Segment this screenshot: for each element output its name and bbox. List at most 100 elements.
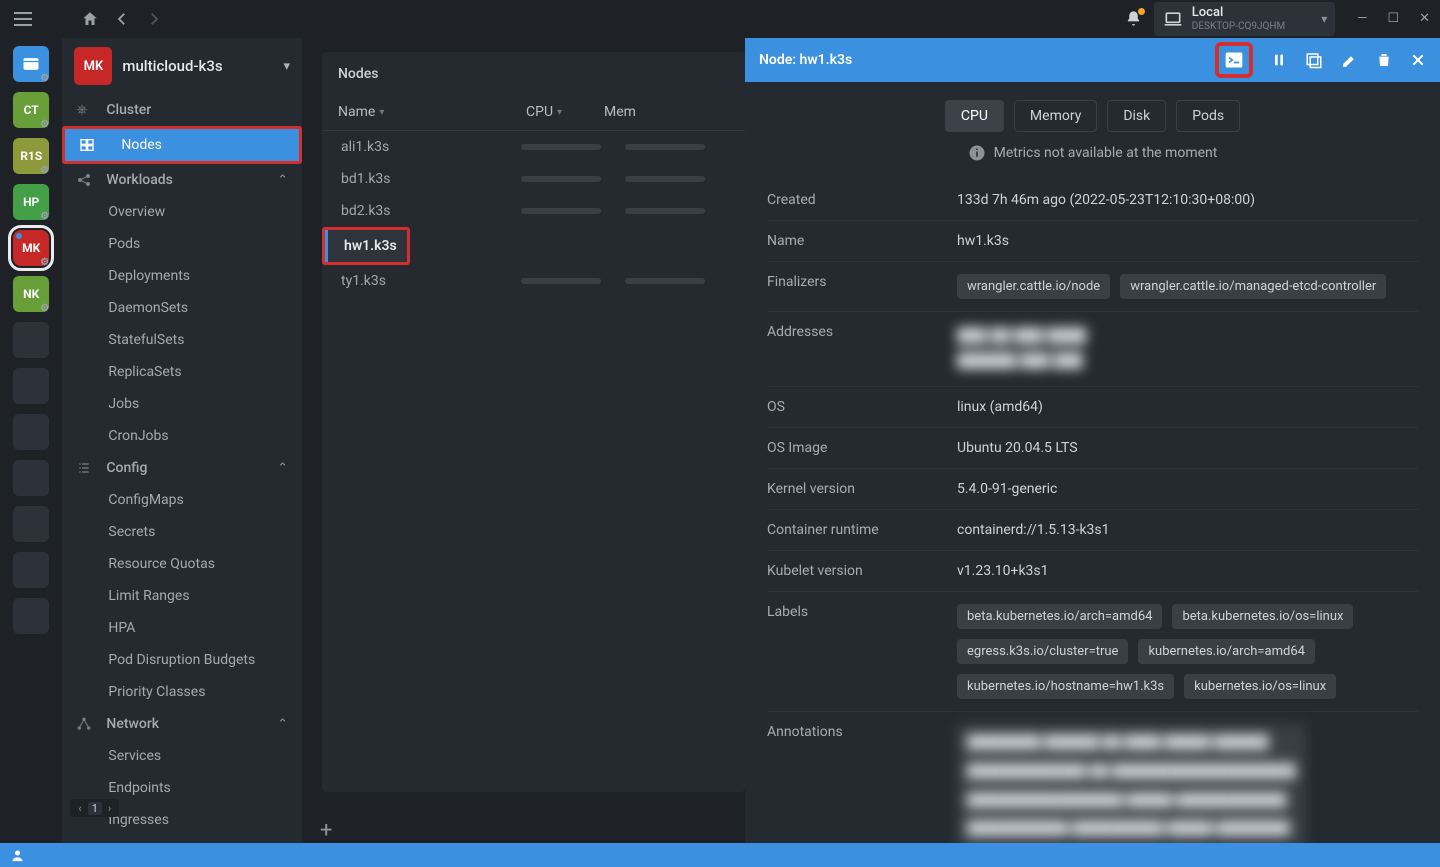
sidebar-cluster-header[interactable]: MK multicloud-k3s ▾ [62, 38, 302, 94]
sidebar-item-priorityclasses[interactable]: Priority Classes [62, 676, 302, 708]
dock-item-empty[interactable] [13, 460, 49, 496]
drain-icon[interactable] [1271, 52, 1287, 68]
sidebar-item-deployments[interactable]: Deployments [62, 260, 302, 292]
cluster-switcher[interactable]: Local DESKTOP-CQ9JQHM ▾ [1154, 2, 1336, 35]
table-row[interactable]: bd2.k3s [322, 195, 745, 227]
forward-icon[interactable] [145, 10, 163, 28]
col-cpu[interactable]: CPU▾ [526, 104, 596, 120]
home-icon[interactable] [81, 10, 99, 28]
sidebar-item-cronjobs[interactable]: CronJobs [62, 420, 302, 452]
sidebar-item-limitranges[interactable]: Limit Ranges [62, 580, 302, 612]
gear-icon: ⚙ [40, 73, 54, 87]
sidebar-nav: ⎈ Cluster Nodes Workloads ⌃ Overview [62, 94, 302, 843]
chip: ████████ ██████ ██ ████ █████ ██████ ███… [957, 724, 1306, 843]
pager-next[interactable]: › [104, 802, 115, 815]
network-icon [76, 716, 94, 732]
sidebar-item-services[interactable]: Services [62, 740, 302, 772]
gear-icon: ⚙ [40, 257, 54, 271]
maximize-icon[interactable]: ☐ [1387, 11, 1399, 26]
sidebar-item-statefulsets[interactable]: StatefulSets [62, 324, 302, 356]
chevron-up-icon: ⌃ [277, 173, 288, 188]
sidebar-item-nodes[interactable]: Nodes [65, 129, 299, 161]
sidebar-item-pods[interactable]: Pods [62, 228, 302, 260]
dock-item-empty[interactable] [13, 552, 49, 588]
table-title: Nodes [322, 52, 745, 104]
sidebar-item-overview[interactable]: Overview [62, 196, 302, 228]
edit-icon[interactable] [1341, 52, 1358, 69]
chip: kubernetes.io/arch=amd64 [1138, 639, 1315, 664]
cpu-bar [521, 208, 601, 214]
field-osimage-value: Ubuntu 20.04.5 LTS [957, 440, 1418, 456]
sidebar-item-networkpolicies[interactable]: Network Policies [62, 836, 302, 843]
tab-memory[interactable]: Memory [1014, 100, 1097, 132]
sidebar-item-pdb[interactable]: Pod Disruption Budgets [62, 644, 302, 676]
sidebar-item-hpa[interactable]: HPA [62, 612, 302, 644]
dock-item-hp[interactable]: HP⚙ [13, 184, 49, 220]
sidebar-item-configmaps[interactable]: ConfigMaps [62, 484, 302, 516]
chip: kubernetes.io/hostname=hw1.k3s [957, 674, 1174, 699]
dock-item-empty[interactable] [13, 322, 49, 358]
sidebar-item-jobs[interactable]: Jobs [62, 388, 302, 420]
col-mem[interactable]: Mem [604, 104, 636, 120]
laptop-icon [1162, 8, 1184, 30]
sidebar-section-config[interactable]: Config ⌃ [62, 452, 302, 484]
dock-item-empty[interactable] [13, 506, 49, 542]
sidebar-item-secrets[interactable]: Secrets [62, 516, 302, 548]
sidebar-section-cluster[interactable]: ⎈ Cluster [62, 94, 302, 126]
field-labels-label: Labels [767, 604, 957, 699]
sidebar-item-replicasets[interactable]: ReplicaSets [62, 356, 302, 388]
field-labels-value: beta.kubernetes.io/arch=amd64 beta.kuber… [957, 604, 1418, 699]
helm-icon: ⎈ [76, 102, 94, 118]
field-annotations-value: ████████ ██████ ██ ████ █████ ██████ ███… [957, 724, 1418, 843]
dock-item-mk[interactable]: MK⚙ [13, 230, 49, 266]
close-icon[interactable]: ✕ [1419, 11, 1430, 26]
table-header: Name▾ CPU▾ Mem [322, 104, 745, 131]
dock-item-nk[interactable]: NK⚙ [13, 276, 49, 312]
table-row[interactable]: ali1.k3s [322, 131, 745, 163]
cpu-bar [521, 144, 601, 150]
dock-item-empty[interactable] [13, 414, 49, 450]
dock-item-r1s[interactable]: R1S⚙ [13, 138, 49, 174]
field-kubelet-value: v1.23.10+k3s1 [957, 563, 1418, 579]
mem-bar [625, 278, 705, 284]
minimize-icon[interactable]: ― [1357, 11, 1367, 26]
gear-icon: ⚙ [40, 303, 54, 317]
cordon-icon[interactable] [1305, 51, 1323, 69]
table-row[interactable]: ty1.k3s [322, 265, 745, 297]
back-icon[interactable] [113, 10, 131, 28]
sidebar-section-workloads[interactable]: Workloads ⌃ [62, 164, 302, 196]
shell-icon[interactable] [1223, 50, 1245, 70]
field-addresses-label: Addresses [767, 324, 957, 374]
pager: ‹ 1 › [70, 799, 119, 817]
sidebar-section-network[interactable]: Network ⌃ [62, 708, 302, 740]
tab-cpu[interactable]: CPU [945, 100, 1004, 132]
add-tab-icon[interactable]: + [320, 818, 332, 843]
detail-header: Node: hw1.k3s [745, 38, 1440, 82]
dock-item-empty[interactable] [13, 598, 49, 634]
tab-disk[interactable]: Disk [1107, 100, 1166, 132]
dock-item-empty[interactable] [13, 368, 49, 404]
field-name-value: hw1.k3s [957, 233, 1418, 249]
delete-icon[interactable] [1376, 51, 1392, 69]
pager-prev[interactable]: ‹ [74, 802, 85, 815]
cluster-dock: ⚙ CT⚙ R1S⚙ HP⚙ MK⚙ NK⚙ [0, 38, 62, 843]
table-row[interactable]: bd1.k3s [322, 163, 745, 195]
field-os-label: OS [767, 399, 957, 415]
field-annotations-label: Annotations [767, 724, 957, 843]
sidebar-item-resourcequotas[interactable]: Resource Quotas [62, 548, 302, 580]
dock-item-ct[interactable]: CT⚙ [13, 92, 49, 128]
dock-item-catalog[interactable]: ⚙ [13, 46, 49, 82]
field-addresses-value: ███ ██ ███ ████ ██████ ███ ███ [957, 324, 1418, 374]
sidebar-item-daemonsets[interactable]: DaemonSets [62, 292, 302, 324]
pager-current[interactable]: 1 [88, 802, 102, 815]
tab-pods[interactable]: Pods [1176, 100, 1240, 132]
close-detail-icon[interactable] [1410, 52, 1426, 68]
col-name[interactable]: Name▾ [338, 104, 518, 120]
user-icon[interactable] [10, 848, 25, 863]
notification-bell-icon[interactable] [1125, 10, 1142, 27]
table-row-selected[interactable]: hw1.k3s [325, 230, 407, 262]
field-kubelet-label: Kubelet version [767, 563, 957, 579]
menu-icon[interactable] [10, 6, 36, 32]
chip: wrangler.cattle.io/managed-etcd-controll… [1120, 274, 1386, 299]
field-finalizers-value: wrangler.cattle.io/node wrangler.cattle.… [957, 274, 1418, 299]
